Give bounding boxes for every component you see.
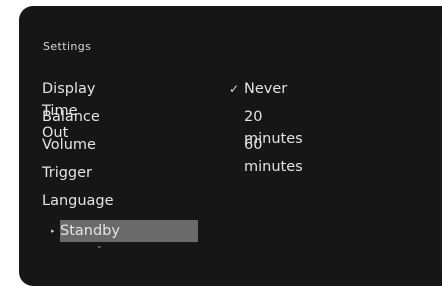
menu-item-language[interactable]: Language [42,190,114,212]
menu-item-label: Standby [60,223,120,239]
option-label: 60 minutes [244,137,303,175]
chevron-down-icon[interactable]: ⌄ [96,241,103,250]
menu-item-balance[interactable]: Balance [42,106,100,128]
menu-item-label: Volume [42,137,96,153]
menu-item-standby[interactable]: ▸ Standby [51,220,198,242]
check-icon: ✓ [229,82,240,96]
menu-item-label: Balance [42,109,100,125]
caret-right-icon: ▸ [51,227,55,235]
option-20-minutes[interactable]: 20 minutes [244,106,303,147]
page-title: Settings [43,40,92,53]
menu-item-trigger[interactable]: Trigger [42,162,92,184]
menu-item-volume[interactable]: Volume [42,134,96,156]
menu-item-label: Language [42,193,114,209]
option-label: Never [244,81,288,97]
menu-item-label: Trigger [42,165,93,181]
option-never[interactable]: ✓ Never [229,78,288,100]
menu-item-display-time-out[interactable]: Display Time Out [42,78,95,141]
option-60-minutes[interactable]: 60 minutes [244,134,303,175]
